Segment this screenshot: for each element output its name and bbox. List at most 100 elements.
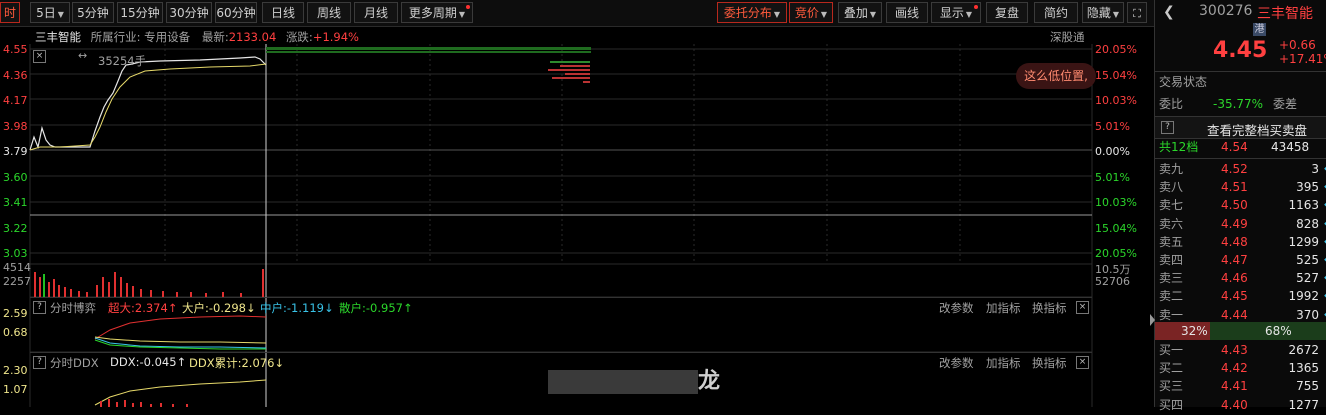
resize-icon[interactable]: ↔	[78, 49, 87, 62]
bid-row[interactable]: 买三 4.41 755	[1159, 377, 1326, 396]
bid-row[interactable]: 买一 4.43 2672	[1159, 341, 1326, 360]
bid-row[interactable]: 买二 4.42 1365	[1159, 359, 1326, 378]
level-label: 卖六	[1159, 216, 1184, 231]
watermark-block	[548, 370, 698, 394]
ask-row[interactable]: 卖六4.49828◆	[1159, 215, 1326, 234]
level-volume: 525	[1296, 253, 1319, 267]
tab-5min[interactable]: 5分钟	[72, 2, 114, 23]
swap-indicator-link[interactable]: 换指标	[1032, 355, 1067, 371]
popup-bubble[interactable]: 这么低位置,	[1016, 63, 1096, 89]
auction-button[interactable]: 竞价 ▼	[789, 2, 833, 23]
display-label: 显示	[939, 6, 964, 20]
simple-mode-button[interactable]: 简约	[1034, 2, 1078, 23]
edit-params-link[interactable]: 改参数	[939, 300, 974, 316]
help-icon[interactable]: ?	[33, 356, 46, 369]
overlay-button[interactable]: 叠加 ▼	[838, 2, 882, 23]
price-tick: 3.60	[3, 170, 28, 184]
level-label: 买一	[1159, 343, 1184, 357]
level-label: 卖五	[1159, 234, 1184, 249]
period-toolbar: 时 5日 ▼ 5分钟 15分钟 30分钟 60分钟 日线 周线 月线 更多周期 ▼ …	[0, 0, 1154, 27]
more-periods-button[interactable]: 更多周期 ▼	[401, 2, 473, 23]
big-label: 大户:	[182, 301, 209, 315]
chevron-down-icon: ▼	[869, 10, 877, 19]
change-label: 涨跌:	[285, 30, 313, 44]
price-change-pct: +17.41%	[1279, 52, 1326, 66]
ask-row[interactable]: 卖二4.451992◆	[1159, 287, 1326, 306]
add-indicator-link[interactable]: 加指标	[986, 300, 1021, 316]
level-price: 4.43	[1221, 343, 1248, 357]
collapse-arrow-icon[interactable]: ❮	[1163, 4, 1175, 20]
vol-tick-high: 4514	[3, 261, 31, 274]
tab-5day[interactable]: 5日 ▼	[30, 2, 70, 23]
latest-value: 2133.04	[228, 30, 277, 44]
hide-label: 隐藏	[1086, 6, 1111, 20]
ask-row[interactable]: 卖四4.47525◆	[1159, 251, 1326, 270]
quote-side-panel: ❮ 300276 三丰智能 港 4.45 +0.66 +17.41% 交易状态 …	[1154, 0, 1326, 412]
level-price: 4.48	[1221, 234, 1248, 249]
sell-pct: 68%	[1265, 324, 1292, 338]
add-indicator-link[interactable]: 加指标	[986, 355, 1021, 371]
notify-dot-icon	[466, 5, 470, 9]
review-button[interactable]: 复盘	[986, 2, 1028, 23]
price-tick: 4.36	[3, 68, 28, 82]
level-label: 卖一	[1159, 307, 1184, 322]
bid-row[interactable]: 买四 4.40 1277	[1159, 396, 1326, 415]
percent-tick: 10.03%	[1095, 94, 1137, 107]
percent-tick: 0.00%	[1095, 145, 1130, 158]
ask-row[interactable]: 卖八4.51395◆	[1159, 178, 1326, 197]
order-distribution-label: 委托分布	[723, 6, 772, 20]
level-price: 4.47	[1221, 253, 1248, 267]
close-icon[interactable]: ×	[1076, 356, 1089, 369]
swap-indicator-link[interactable]: 换指标	[1032, 300, 1067, 316]
tab-30min[interactable]: 30分钟	[166, 2, 212, 23]
total-levels-label: 共12档	[1159, 140, 1199, 154]
game-tick-high: 2.59	[3, 307, 28, 320]
full-book-link[interactable]: 查看完整档买卖盘	[1207, 120, 1307, 139]
tab-month[interactable]: 月线	[354, 2, 398, 23]
close-icon[interactable]: ×	[1076, 301, 1089, 314]
total-levels-price: 4.54	[1221, 140, 1248, 154]
chevron-down-icon: ▼	[773, 10, 781, 19]
help-icon[interactable]: ?	[33, 301, 46, 314]
industry-label: 所属行业: 专用设备	[90, 30, 191, 44]
level-price: 4.40	[1221, 397, 1248, 412]
edit-params-link[interactable]: 改参数	[939, 355, 974, 371]
panel-toggle-arrow-icon[interactable]	[1150, 314, 1155, 326]
volume-bars	[34, 269, 264, 297]
watermark-logo: 龙	[548, 363, 724, 395]
tab-15min[interactable]: 15分钟	[117, 2, 163, 23]
ddx-value: -0.045↑	[139, 355, 187, 369]
chevron-down-icon: ▼	[1112, 10, 1120, 19]
help-icon[interactable]: ?	[1161, 121, 1174, 134]
vol-tick-mid: 2257	[3, 275, 31, 288]
stock-name-side: 三丰智能	[1257, 6, 1313, 22]
display-button[interactable]: 显示 ▼	[931, 2, 981, 23]
tab-week[interactable]: 周线	[307, 2, 351, 23]
ask-row[interactable]: 卖五4.481299◆	[1159, 233, 1326, 252]
tab-day[interactable]: 日线	[262, 2, 304, 23]
full-book-bar[interactable]: ? 查看完整档买卖盘	[1155, 116, 1326, 139]
ask-row[interactable]: 卖九4.523◆	[1159, 160, 1326, 179]
avg-price-line	[29, 63, 267, 151]
order-distribution-button[interactable]: 委托分布 ▼	[717, 2, 787, 23]
overlay-label: 叠加	[843, 6, 868, 20]
ask-row[interactable]: 卖三4.46527◆	[1159, 269, 1326, 288]
hide-button[interactable]: 隐藏 ▼	[1082, 2, 1124, 23]
level-label: 卖三	[1159, 271, 1184, 286]
trade-status-label: 交易状态	[1159, 75, 1208, 89]
game-panel-title: 分时博弈	[50, 301, 96, 315]
fullscreen-icon[interactable]: ⛶	[1127, 2, 1147, 23]
buy-pct: 32%	[1181, 324, 1208, 338]
draw-line-button[interactable]: 画线	[886, 2, 928, 23]
ddx-tick-high: 2.30	[3, 364, 28, 377]
ddx-panel-lines	[94, 379, 267, 407]
percent-tick: 10.03%	[1095, 196, 1137, 209]
tab-intraday[interactable]: 时	[0, 2, 20, 23]
close-icon[interactable]: ×	[33, 50, 46, 63]
auction-label: 竞价	[794, 6, 819, 20]
level-volume: 2672	[1288, 343, 1319, 357]
ask-row[interactable]: 卖七4.501163◆	[1159, 196, 1326, 215]
tab-60min[interactable]: 60分钟	[215, 2, 257, 23]
ddx-label: DDX:	[110, 355, 140, 369]
order-ratio-value: -35.77%	[1213, 97, 1264, 111]
